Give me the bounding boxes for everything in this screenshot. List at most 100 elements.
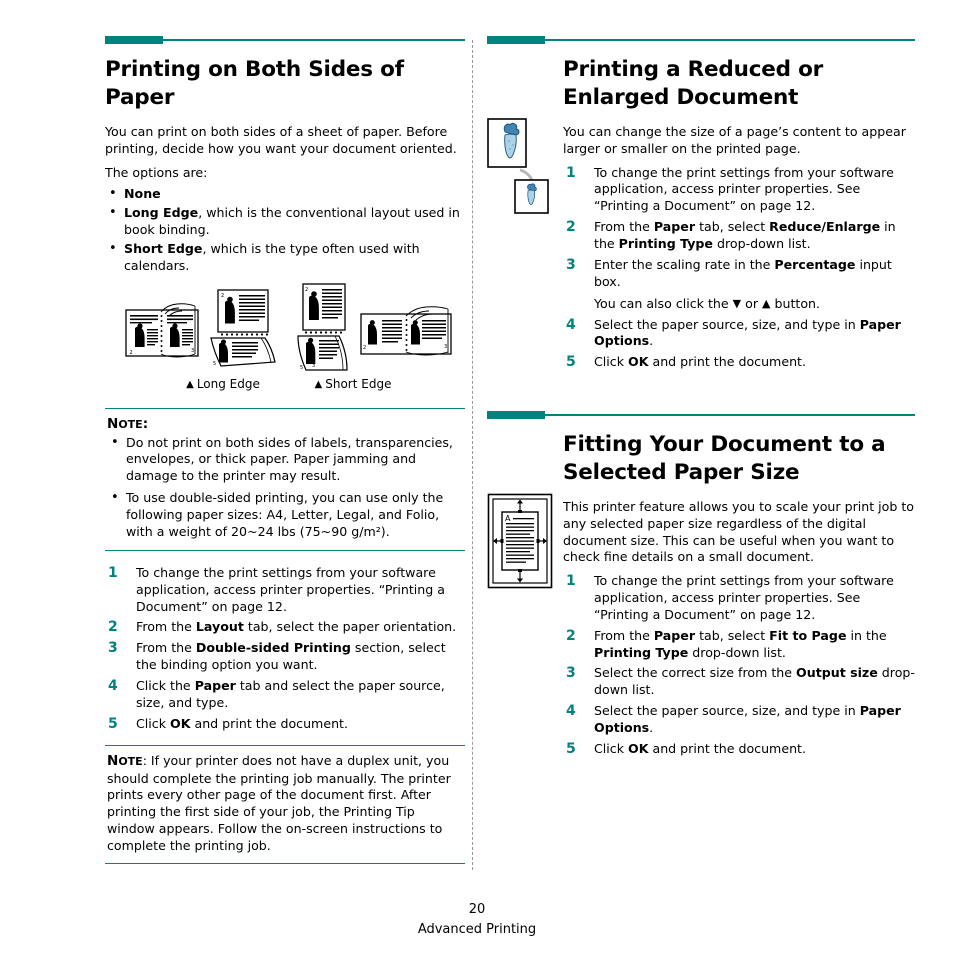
- step-text: From the: [594, 219, 654, 235]
- step-substep: You can also click the ▼ or ▲ button.: [594, 296, 915, 313]
- list-item: Long Edge, which is the conventional lay…: [105, 204, 465, 239]
- step-number: 5: [108, 715, 118, 732]
- caption-text: Long Edge: [196, 376, 260, 391]
- heading-rule-fit: [487, 411, 915, 420]
- list-item: 2 From the Paper tab, select Fit to Page …: [563, 628, 915, 662]
- step-text: tab, select the paper orientation.: [243, 619, 457, 635]
- list-item: 4 Select the paper source, size, and type…: [563, 703, 915, 737]
- svg-text:2: 2: [305, 287, 308, 293]
- heading-rule-line: [163, 39, 465, 41]
- page-number: 20: [468, 902, 486, 917]
- note-label-rest: OTE: [118, 417, 143, 431]
- step-number: 2: [108, 619, 118, 636]
- duplex-options-list: None Long Edge, which is the conventiona…: [105, 185, 465, 274]
- svg-text:2: 2: [363, 345, 366, 351]
- step-number: 5: [566, 740, 576, 757]
- column-divider: [472, 40, 473, 870]
- step-number: 4: [566, 316, 576, 333]
- step-emphasis: Percentage: [774, 256, 856, 272]
- step-text: drop-down list.: [712, 236, 811, 251]
- list-item: 1 To change the print settings from your …: [563, 573, 915, 624]
- page-title-fit-to-page: Fitting Your Document to a Selected Pape…: [563, 432, 886, 485]
- reduce-steps-list: 1 To change the print settings from your …: [563, 165, 915, 372]
- note-paragraph: NOTE: If your printer does not have a du…: [107, 753, 463, 855]
- bullet-bold-text: None: [124, 186, 161, 202]
- duplex-steps-list: 1 To change the print settings from your…: [105, 565, 465, 733]
- heading-rule-line: [545, 414, 915, 416]
- page-title-reduce-enlarge: Printing a Reduced or Enlarged Document: [563, 57, 824, 110]
- step-number: 2: [566, 627, 576, 644]
- step-emphasis: OK: [628, 740, 649, 756]
- step-emphasis: Paper: [653, 219, 696, 235]
- list-item: 5 Click OK and print the document.: [563, 741, 915, 758]
- fit-intro-paragraph: This printer feature allows you to scale…: [563, 499, 915, 565]
- document-page: Printing on Both Sides of Paper You can …: [0, 0, 954, 954]
- svg-text:5: 5: [300, 365, 303, 371]
- list-item: 3 From the Double-sided Printing section,…: [105, 640, 465, 674]
- note-label: NOTE:: [107, 416, 463, 432]
- step-text: From the: [136, 619, 196, 635]
- step-text: tab, select: [695, 627, 770, 643]
- arrow-up-icon[interactable]: ▲: [762, 297, 770, 310]
- note-box-duplex-restrictions: NOTE: Do not print on both sides of labe…: [105, 407, 465, 551]
- reduce-intro-paragraph: You can change the size of a page’s cont…: [563, 124, 906, 156]
- duplex-intro-paragraph: You can print on both sides of a sheet o…: [105, 124, 457, 156]
- section-fit-to-page: Fitting Your Document to a Selected Pape…: [487, 411, 915, 758]
- bullet-bold-text: Short Edge: [124, 240, 203, 256]
- note-bullet-list: Do not print on both sides of labels, tr…: [107, 434, 463, 541]
- step-text: and print the document.: [648, 740, 806, 756]
- step-number: 1: [566, 573, 576, 590]
- step-number: 3: [566, 665, 576, 682]
- step-text: Select the paper source, size, and type …: [594, 316, 860, 332]
- step-emphasis: Double-sided Printing: [195, 640, 351, 656]
- step-text: drop-down list.: [688, 644, 786, 660]
- svg-text:2: 2: [130, 350, 133, 356]
- list-item: 1 To change the print settings from your…: [105, 565, 465, 616]
- step-text: Select the correct size from the: [594, 665, 797, 681]
- triangle-marker-icon: ▲: [186, 378, 194, 390]
- substep-mid: or: [741, 295, 762, 311]
- list-item: To use double-sided printing, you can us…: [107, 489, 463, 541]
- svg-text:3: 3: [444, 344, 447, 350]
- long-edge-open-book-icon: 2 3: [125, 302, 199, 358]
- step-text: Select the paper source, size, and type …: [594, 703, 860, 719]
- svg-text:2: 2: [221, 293, 224, 299]
- note-label-rest: OTE: [118, 754, 143, 768]
- svg-text:3: 3: [224, 357, 227, 363]
- step-number: 1: [108, 564, 118, 581]
- fit-steps-list: 1 To change the print settings from your …: [563, 573, 915, 758]
- duplex-illustrations: 2 3 2 3 5 2 3 5 2 3 ▲ Long Edge ▲ Short …: [105, 282, 465, 396]
- list-item: None: [105, 185, 465, 203]
- step-emphasis: Paper: [194, 678, 236, 694]
- reduce-enlarge-figure-icon: [487, 118, 549, 214]
- section-reduce-enlarge: Printing a Reduced or Enlarged Document: [487, 36, 915, 371]
- left-column: Printing on Both Sides of Paper You can …: [105, 36, 465, 878]
- step-text: and print the document.: [190, 715, 348, 731]
- step-emphasis: Paper: [653, 627, 696, 643]
- step-emphasis: Fit to Page: [769, 627, 847, 643]
- step-text: To change the print settings from your s…: [136, 564, 446, 614]
- step-number: 4: [566, 703, 576, 720]
- step-number: 3: [108, 640, 118, 657]
- step-number: 2: [566, 219, 576, 236]
- substep-prefix: You can also click the: [594, 295, 733, 311]
- list-item: 2 From the Layout tab, select the paper o…: [105, 619, 465, 636]
- short-edge-stacked-pages-icon: 2 3 5: [297, 282, 348, 371]
- svg-text:5: 5: [213, 361, 216, 367]
- step-emphasis: OK: [170, 715, 191, 731]
- step-number: 1: [566, 164, 576, 181]
- step-text: Click: [136, 715, 171, 731]
- page-footer: 20 Advanced Printing: [0, 900, 954, 939]
- heading-rule-block: [105, 36, 163, 44]
- list-item: 2 From the Paper tab, select Reduce/Enlar…: [563, 219, 915, 253]
- step-emphasis: Reduce/Enlarge: [769, 219, 881, 235]
- triangle-marker-icon: ▲: [314, 378, 323, 390]
- duplex-options-lead: The options are:: [105, 164, 208, 180]
- step-text: tab, select: [695, 219, 770, 235]
- arrow-down-icon[interactable]: ▼: [733, 297, 741, 310]
- page-title-duplex: Printing on Both Sides of Paper: [105, 57, 404, 110]
- svg-text:3: 3: [312, 363, 315, 369]
- list-item: 4 Select the paper source, size, and type…: [563, 317, 915, 351]
- step-text: .: [649, 333, 654, 349]
- list-item: 5 Click OK and print the document.: [105, 716, 465, 733]
